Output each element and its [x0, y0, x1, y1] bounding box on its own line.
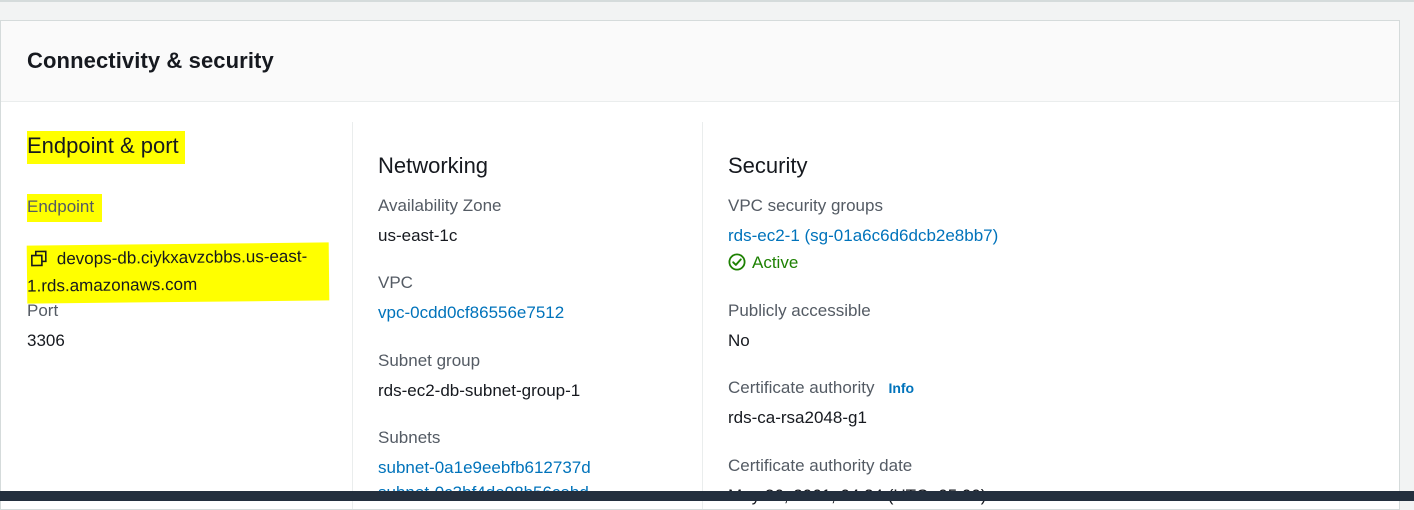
- panel-body: Endpoint & port Endpoint devops-db.ciykx…: [1, 102, 1399, 509]
- bottom-bar: [0, 491, 1414, 501]
- vpc-link[interactable]: vpc-0cdd0cf86556e7512: [378, 302, 564, 324]
- certificate-authority-value: rds-ca-rsa2048-g1: [728, 408, 867, 427]
- networking-column: Networking Availability Zone us-east-1c …: [378, 122, 703, 509]
- endpoint-value: devops-db.ciykxavzcbbs.us-east-1.rds.ama…: [27, 246, 308, 296]
- endpoint-port-heading: Endpoint & port: [27, 131, 185, 164]
- top-border: [0, 0, 1414, 2]
- copy-icon[interactable]: [31, 247, 47, 267]
- security-group-link[interactable]: rds-ec2-1 (sg-01a6c6d6dcb2e8bb7): [728, 225, 998, 247]
- info-link[interactable]: Info: [888, 380, 914, 396]
- certificate-authority-date-label: Certificate authority date: [728, 456, 913, 475]
- publicly-accessible-value: No: [728, 331, 750, 350]
- availability-zone-value: us-east-1c: [378, 226, 458, 245]
- security-column: Security VPC security groups rds-ec2-1 (…: [728, 122, 1368, 509]
- port-label: Port: [27, 301, 59, 320]
- vpc-label: VPC: [378, 273, 413, 292]
- subnet-link[interactable]: subnet-0a1e9eebfb612737d: [378, 457, 591, 479]
- endpoint-port-column: Endpoint & port Endpoint devops-db.ciykx…: [26, 122, 352, 509]
- port-value: 3306: [27, 331, 65, 350]
- check-circle-icon: [728, 253, 746, 271]
- connectivity-security-panel: Connectivity & security Endpoint & port …: [0, 20, 1400, 510]
- security-group-status: Active: [728, 252, 798, 274]
- publicly-accessible-label: Publicly accessible: [728, 301, 871, 320]
- certificate-authority-label: Certificate authority: [728, 378, 875, 397]
- status-text: Active: [752, 253, 799, 272]
- endpoint-label: Endpoint: [27, 194, 103, 222]
- endpoint-port-heading-text: Endpoint & port: [27, 131, 185, 164]
- certificate-authority-label-row: Certificate authority Info: [728, 377, 914, 399]
- endpoint-value-block: devops-db.ciykxavzcbbs.us-east-1.rds.ama…: [26, 242, 330, 304]
- subnet-group-value: rds-ec2-db-subnet-group-1: [378, 381, 581, 400]
- networking-heading: Networking: [378, 153, 489, 178]
- vpc-security-groups-label: VPC security groups: [728, 196, 883, 215]
- security-heading: Security: [728, 153, 808, 178]
- availability-zone-label: Availability Zone: [378, 196, 502, 215]
- panel-title: Connectivity & security: [27, 48, 274, 73]
- column-divider: [352, 122, 353, 509]
- subnets-label: Subnets: [378, 428, 441, 447]
- panel-header: Connectivity & security: [1, 21, 1399, 102]
- subnet-group-label: Subnet group: [378, 351, 481, 370]
